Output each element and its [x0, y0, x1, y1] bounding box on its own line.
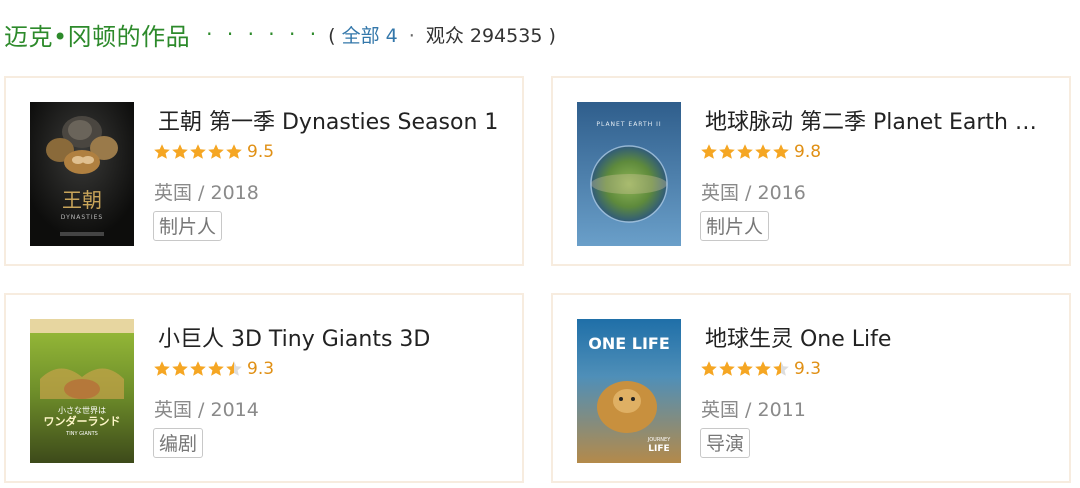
rating-score: 9.3 [794, 359, 822, 379]
work-title[interactable]: 王朝 第一季 Dynasties Season 1 [158, 104, 506, 136]
poster-title: PLANET EARTH II [596, 121, 661, 128]
section-meta: ( 全部 4 · 观众 294535 ) [328, 21, 556, 48]
star-rating [153, 360, 243, 378]
star-icon [701, 144, 717, 159]
audience-count: 观众 294535 [425, 24, 543, 47]
poster-title: ワンダーランド [44, 414, 121, 428]
star-rating [700, 143, 790, 161]
star-icon [773, 144, 789, 159]
star-icon [208, 144, 224, 159]
star-rating [700, 360, 790, 378]
work-title[interactable]: 地球脉动 第二季 Planet Earth … [705, 104, 1053, 136]
country-year: 英国 / 2018 [154, 182, 259, 204]
tiny-giants-poster-icon: 小さな世界は ワンダーランド TINY GIANTS [30, 319, 134, 463]
star-icon [154, 361, 170, 376]
work-card[interactable]: PLANET EARTH II 地球脉动 第二季 Planet Earth … … [551, 76, 1071, 266]
poster-image[interactable]: 小さな世界は ワンダーランド TINY GIANTS [30, 319, 134, 463]
rating: 9.5 [153, 142, 274, 162]
title-dots: · · · · · · [206, 22, 321, 46]
poster-image[interactable]: 王朝 DYNASTIES [30, 102, 134, 246]
rating-score: 9.3 [247, 359, 275, 379]
rating-score: 9.8 [794, 142, 822, 162]
rating: 9.3 [153, 359, 274, 379]
poster-subtitle: DYNASTIES [61, 214, 103, 221]
poster-subtitle: LIFE [648, 444, 669, 454]
close-paren: ) [548, 24, 556, 47]
star-icon [719, 144, 735, 159]
star-icon [737, 144, 753, 159]
section-title: 迈克•冈顿的作品 [4, 22, 191, 51]
star-icon [172, 144, 188, 159]
star-rating [153, 143, 243, 161]
star-icon [226, 361, 242, 376]
country-year: 英国 / 2014 [154, 399, 259, 421]
star-icon [719, 361, 735, 376]
open-paren: ( [328, 24, 336, 47]
work-title[interactable]: 地球生灵 One Life [705, 321, 1053, 353]
poster-image[interactable]: PLANET EARTH II [577, 102, 681, 246]
poster-subtitle: TINY GIANTS [65, 431, 98, 437]
dynasties-poster-icon: 王朝 DYNASTIES [30, 102, 134, 246]
poster-title: 王朝 [62, 188, 102, 212]
work-title[interactable]: 小巨人 3D Tiny Giants 3D [158, 321, 506, 353]
rating: 9.8 [700, 142, 821, 162]
poster-caption: JOURNEY [647, 437, 671, 443]
star-icon [154, 144, 170, 159]
poster-caption: 小さな世界は [58, 405, 106, 415]
star-icon [755, 144, 771, 159]
role-badge: 制片人 [700, 211, 770, 241]
role-badge: 编剧 [153, 428, 204, 458]
all-works-link[interactable]: 全部 4 [342, 25, 398, 47]
poster-title: ONE LIFE [588, 334, 670, 353]
star-icon [190, 361, 206, 376]
work-card[interactable]: ONE LIFE JOURNEY LIFE 地球生灵 One Life 9.3 … [551, 293, 1071, 483]
country-year: 英国 / 2011 [701, 399, 806, 421]
one-life-poster-icon: ONE LIFE JOURNEY LIFE [577, 319, 681, 463]
star-icon [226, 144, 242, 159]
poster-image[interactable]: ONE LIFE JOURNEY LIFE [577, 319, 681, 463]
star-icon [208, 361, 224, 376]
planet-earth-poster-icon: PLANET EARTH II [577, 102, 681, 246]
rating: 9.3 [700, 359, 821, 379]
role-badge: 导演 [700, 428, 751, 458]
star-icon [172, 361, 188, 376]
star-icon [773, 361, 789, 376]
filmography-panel: 迈克•冈顿的作品 · · · · · · ( 全部 4 · 观众 294535 … [0, 0, 1080, 488]
meta-separator: · [408, 24, 415, 47]
star-icon [737, 361, 753, 376]
role-badge: 制片人 [153, 211, 223, 241]
star-icon [755, 361, 771, 376]
section-header: 迈克•冈顿的作品 · · · · · · ( 全部 4 · 观众 294535 … [4, 14, 556, 54]
rating-score: 9.5 [247, 142, 275, 162]
country-year: 英国 / 2016 [701, 182, 806, 204]
work-card[interactable]: 王朝 DYNASTIES 王朝 第一季 Dynasties Season 1 9… [4, 76, 524, 266]
star-icon [190, 144, 206, 159]
star-icon [701, 361, 717, 376]
work-card[interactable]: 小さな世界は ワンダーランド TINY GIANTS 小巨人 3D Tiny G… [4, 293, 524, 483]
